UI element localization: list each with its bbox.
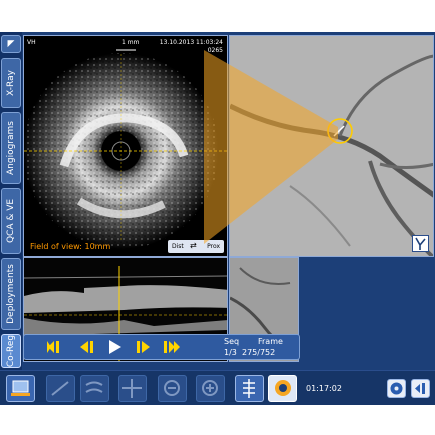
- vessel-selection-icon[interactable]: [412, 235, 429, 252]
- tab-label: Deployments: [6, 264, 16, 324]
- ivus-cross-section-view[interactable]: VH 1 mm 13.10.2013 11:03:24 0265 Field o…: [23, 35, 228, 257]
- swap-arrows-icon: ⇄: [190, 241, 197, 250]
- seq-value: 1/3: [224, 348, 237, 357]
- tab-deployments[interactable]: Deployments: [1, 258, 21, 330]
- vessel-icon: [415, 237, 426, 250]
- tab-home[interactable]: ◤: [1, 35, 21, 53]
- patient-monitor-icon: [11, 380, 30, 396]
- zoom-in-icon: [202, 380, 218, 396]
- dist-prox-toggle[interactable]: Dist ⇄ Prox: [168, 240, 224, 253]
- view-mode-button[interactable]: [235, 375, 264, 402]
- pan-icon: [122, 379, 142, 398]
- vh-label: VH: [27, 39, 36, 46]
- stent-icon: [243, 379, 255, 398]
- exit-button[interactable]: [411, 379, 430, 398]
- step-back-button[interactable]: [75, 338, 97, 356]
- angiogram-image: [230, 36, 433, 256]
- elapsed-time: 01:17:02: [306, 384, 342, 393]
- home-icon: ◤: [7, 39, 15, 49]
- acquisition-datetime: 13.10.2013 11:03:24: [159, 39, 223, 46]
- step-forward-button[interactable]: [134, 338, 156, 356]
- pullback-button[interactable]: [268, 375, 297, 402]
- angiogram-view[interactable]: [229, 35, 434, 257]
- frame-value: 275/752: [242, 348, 276, 357]
- frame-id: 0265: [207, 47, 223, 54]
- calibrate-icon: [85, 381, 103, 393]
- field-of-view-label: Field of view: 10mm: [30, 242, 111, 251]
- tab-angiograms[interactable]: Angiograms: [1, 112, 21, 184]
- record-button[interactable]: [387, 379, 406, 398]
- frame-header: Frame: [258, 337, 283, 346]
- dist-label: Dist: [172, 243, 184, 250]
- tab-label: Co-Reg: [6, 334, 16, 368]
- app-window: ◤ X-Ray Angiograms QCA & VE Deployments …: [0, 32, 435, 405]
- bottom-toolbar: 01:17:02: [0, 370, 435, 405]
- pan-tool-button[interactable]: [118, 375, 147, 402]
- first-frame-button[interactable]: [44, 338, 66, 356]
- scale-bar-label: 1 mm: [122, 39, 140, 46]
- ruler-icon: [51, 381, 69, 396]
- seq-header: Seq: [224, 337, 240, 346]
- zoom-out-icon: [164, 380, 180, 396]
- tab-label: QCA & VE: [6, 198, 16, 244]
- measure-tool-button[interactable]: [46, 375, 75, 402]
- tab-qca-ve[interactable]: QCA & VE: [1, 188, 21, 254]
- play-button[interactable]: [104, 338, 126, 356]
- prox-label: Prox: [207, 243, 220, 250]
- disc-icon: [390, 382, 403, 395]
- last-frame-button[interactable]: [162, 338, 184, 356]
- workflow-tab-bar: ◤ X-Ray Angiograms QCA & VE Deployments …: [0, 32, 22, 370]
- catheter-icon: [275, 380, 291, 396]
- tab-co-reg[interactable]: Co-Reg: [1, 334, 21, 368]
- zoom-in-button[interactable]: [196, 375, 225, 402]
- exit-icon: [415, 383, 425, 394]
- zoom-out-button[interactable]: [158, 375, 187, 402]
- tab-x-ray[interactable]: X-Ray: [1, 58, 21, 108]
- ivus-image: [24, 49, 227, 249]
- calibrate-tool-button[interactable]: [80, 375, 109, 402]
- playback-controls: Seq Frame 1/3 275/752: [23, 334, 300, 360]
- tab-label: X-Ray: [6, 70, 16, 96]
- patient-button[interactable]: [6, 375, 35, 402]
- tab-label: Angiograms: [6, 121, 16, 175]
